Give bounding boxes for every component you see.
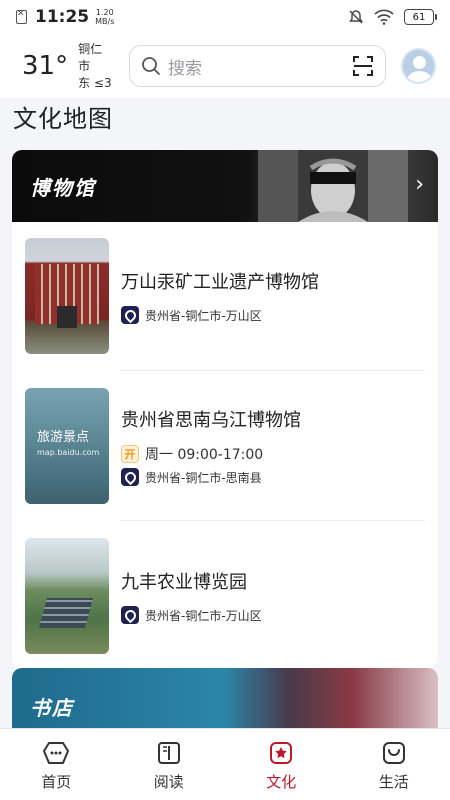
item-hours: 周一 09:00-17:00 — [145, 447, 264, 463]
book-icon — [157, 742, 180, 764]
item-location: 贵州省-铜仁市-思南县 — [145, 470, 262, 485]
list-item[interactable]: 万山汞矿工业遗产博物馆 贵州省-铜仁市-万山区 — [25, 238, 425, 354]
weather-meta[interactable]: 铜仁市 东 ≤3 — [78, 41, 113, 92]
wifi-icon — [374, 9, 394, 25]
search-bar[interactable]: 搜索 — [129, 45, 386, 87]
tab-culture[interactable]: 文化 — [225, 729, 338, 800]
weather-city: 铜仁市 — [78, 41, 103, 73]
weather-wind: 东 ≤3 — [78, 75, 112, 90]
museum-banner-title: 博物馆 — [30, 176, 96, 200]
avatar[interactable] — [400, 48, 436, 84]
mute-icon — [349, 10, 363, 24]
item-title: 万山汞矿工业遗产博物馆 — [121, 272, 319, 293]
bookstore-banner-title: 书店 — [30, 696, 74, 720]
tab-label: 生活 — [378, 773, 409, 791]
app-header: 31° 铜仁市 东 ≤3 搜索 — [0, 34, 450, 98]
thumb-caption: 旅游景点 — [37, 430, 90, 445]
item-location: 贵州省-铜仁市-万山区 — [145, 308, 262, 323]
status-time: 11:25 — [35, 7, 90, 27]
museum-thumbnail: 旅游景点 map.baidu.com — [25, 388, 109, 504]
divider — [120, 520, 425, 521]
bookstore-banner[interactable]: 书店 — [12, 668, 438, 728]
tab-label: 阅读 — [153, 773, 184, 791]
page-title: 文化地图 — [13, 105, 113, 133]
bag-icon — [382, 742, 405, 764]
museum-card: 博物馆 › 万山汞矿工业遗产博物馆 贵州省-铜仁市-万山区 旅游景点 map.b… — [12, 150, 438, 668]
chevron-right-icon[interactable]: › — [415, 172, 424, 197]
battery-icon: 61 — [404, 9, 437, 25]
sim-icon — [16, 9, 27, 24]
net-speed: 1.20 MB/s — [95, 8, 115, 26]
thumb-subcaption: map.baidu.com — [37, 448, 100, 457]
weather-temperature[interactable]: 31° — [22, 51, 68, 81]
search-input[interactable]: 搜索 — [168, 54, 351, 79]
tab-label: 首页 — [41, 773, 72, 791]
item-title: 贵州省思南乌江博物馆 — [121, 410, 301, 431]
list-item[interactable]: 旅游景点 map.baidu.com 贵州省思南乌江博物馆 开 周一 09:00… — [25, 388, 425, 504]
open-badge-icon: 开 — [121, 445, 139, 463]
statue-image — [258, 150, 408, 222]
item-location: 贵州省-铜仁市-万山区 — [145, 608, 262, 623]
status-bar: 11:25 1.20 MB/s 61 — [0, 0, 450, 34]
location-pin-icon — [121, 306, 139, 324]
divider — [120, 370, 425, 371]
museum-thumbnail — [25, 538, 109, 654]
tab-reading[interactable]: 阅读 — [113, 729, 226, 800]
location-pin-icon — [121, 606, 139, 624]
bottom-tab-bar: 首页 阅读 文化 生活 — [0, 728, 450, 800]
museum-banner[interactable]: 博物馆 › — [12, 150, 438, 222]
location-pin-icon — [121, 468, 139, 486]
item-title: 九丰农业博览园 — [121, 572, 247, 593]
museum-thumbnail — [25, 238, 109, 354]
home-icon — [43, 742, 70, 764]
list-item[interactable]: 九丰农业博览园 贵州省-铜仁市-万山区 — [25, 538, 425, 654]
scan-icon[interactable] — [351, 54, 375, 78]
tab-life[interactable]: 生活 — [338, 729, 450, 800]
culture-icon — [270, 742, 293, 764]
tab-home[interactable]: 首页 — [0, 729, 113, 800]
search-icon — [142, 57, 160, 75]
tab-label: 文化 — [266, 773, 297, 791]
